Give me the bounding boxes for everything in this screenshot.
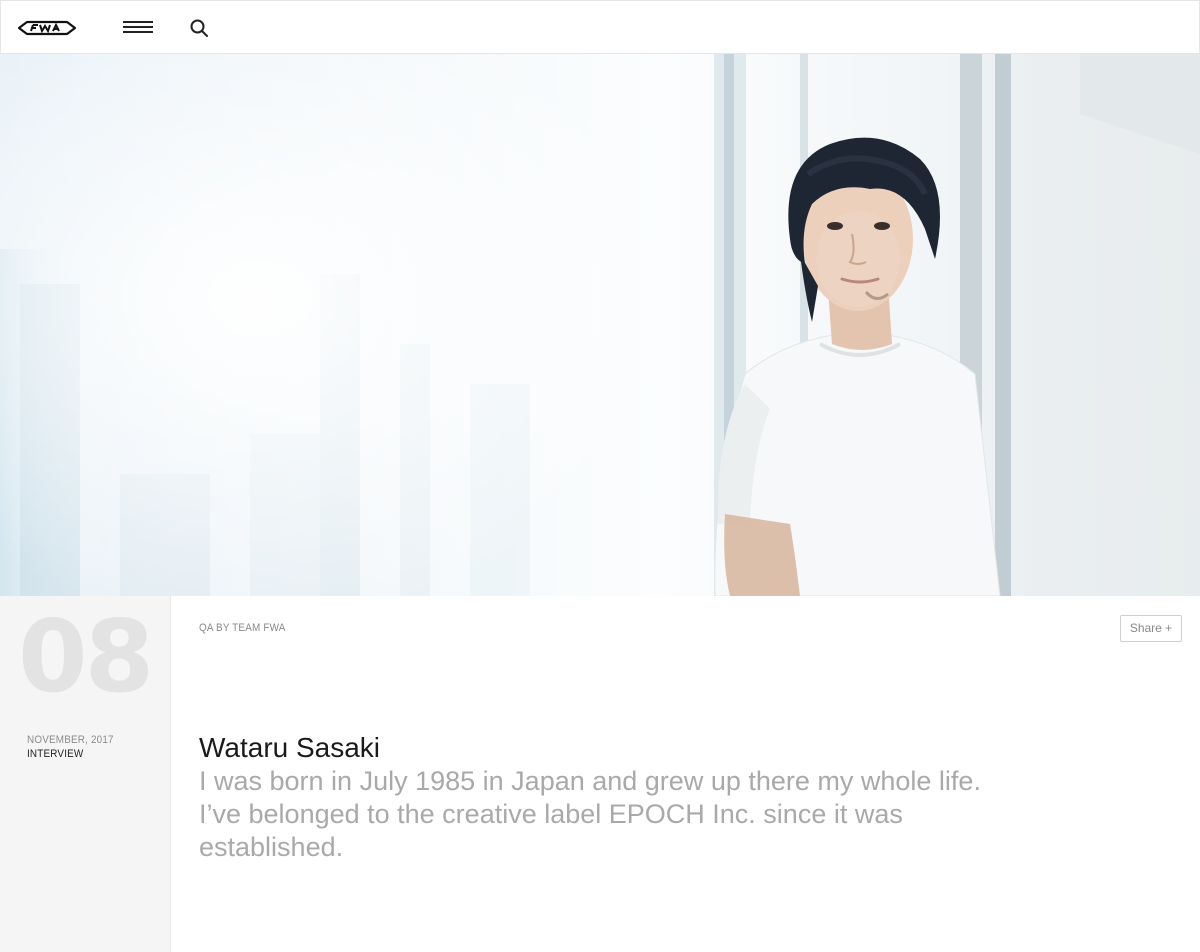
hero-portrait-image [0, 54, 1200, 596]
fwa-logo[interactable] [17, 16, 77, 40]
category-label: INTERVIEW [27, 748, 84, 760]
hamburger-menu-icon[interactable] [121, 17, 155, 39]
hero-illustration [0, 54, 1200, 596]
fwa-logo-icon [17, 20, 77, 36]
search-icon[interactable] [187, 16, 211, 40]
interviewee-name: Wataru Sasaki [199, 732, 381, 763]
byline: QA BY TEAM FWA [199, 622, 286, 634]
share-button[interactable]: Share + [1120, 615, 1182, 642]
publish-date: NOVEMBER, 2017 [27, 734, 114, 746]
interviewee-bio: I was born in July 1985 in Japan and gre… [199, 766, 981, 862]
issue-number: 08 [18, 598, 154, 715]
top-navigation-bar [0, 0, 1200, 54]
menu-line [123, 21, 153, 23]
menu-line [123, 31, 153, 33]
menu-line [123, 26, 153, 28]
